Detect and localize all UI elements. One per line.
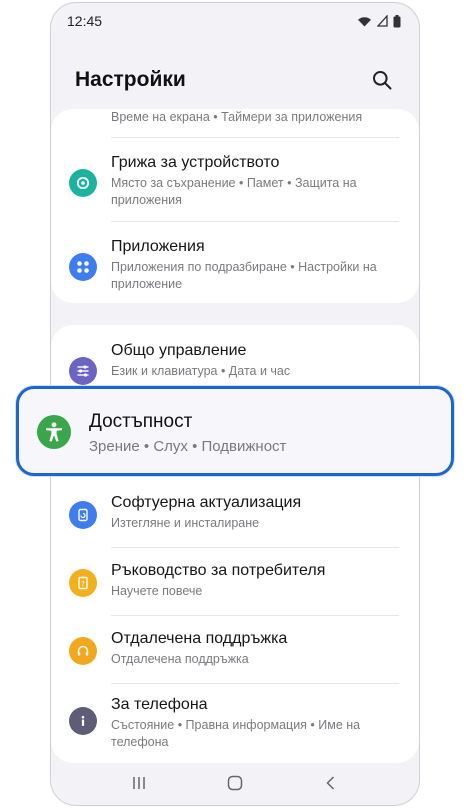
divider <box>111 615 399 616</box>
status-icons <box>357 14 401 28</box>
sliders-icon <box>69 357 97 385</box>
settings-item-general-management[interactable]: Общо управление Език и клавиатура • Дата… <box>51 337 419 393</box>
signal-icon <box>377 15 388 27</box>
software-update-subtitle: Изтегляне и инсталиране <box>111 516 260 530</box>
settings-item-user-manual[interactable]: ? Ръководство за потребителя Научете пов… <box>51 561 419 609</box>
settings-item-device-care[interactable]: Грижа за устройството Място за съхранени… <box>51 149 419 215</box>
digital-wellbeing-subtitle: Време на екрана • Таймери за приложения <box>111 110 363 124</box>
status-bar: 12:45 <box>51 3 419 39</box>
recents-button[interactable] <box>119 768 159 798</box>
settings-item-apps[interactable]: Приложения Приложения по подразбиране • … <box>51 233 419 299</box>
navigation-bar <box>51 761 419 805</box>
divider <box>111 221 399 222</box>
apps-label: Приложения <box>111 238 205 255</box>
headset-icon <box>69 637 97 665</box>
remote-support-label: Отдалечена поддръжка <box>111 630 288 647</box>
settings-header: Настройки <box>51 55 419 105</box>
device-care-subtitle: Място за съхранение • Памет • Защита на … <box>111 176 357 207</box>
settings-item-software-update[interactable]: Софтуерна актуализация Изтегляне и инста… <box>51 493 419 541</box>
apps-subtitle: Приложения по подразбиране • Настройки н… <box>111 260 377 291</box>
wifi-icon <box>358 17 371 27</box>
software-update-icon <box>69 501 97 529</box>
device-care-label: Грижа за устройството <box>111 154 280 171</box>
user-manual-icon: ? <box>69 569 97 597</box>
divider <box>111 137 399 138</box>
search-button[interactable] <box>367 65 397 95</box>
search-icon <box>373 71 392 90</box>
device-care-icon <box>69 169 97 197</box>
general-management-label: Общо управление <box>111 342 247 359</box>
settings-card-top: Време на екрана • Таймери за приложения … <box>51 109 419 303</box>
info-icon <box>69 707 97 735</box>
back-icon <box>326 776 335 790</box>
back-button[interactable] <box>311 768 351 798</box>
recents-icon <box>133 777 145 789</box>
about-phone-label: За телефона <box>111 696 208 713</box>
about-phone-subtitle: Състояние • Правна информация • Име на т… <box>111 718 361 749</box>
page-title: Настройки <box>75 68 186 91</box>
battery-icon <box>393 14 401 27</box>
status-time: 12:45 <box>67 13 103 29</box>
accessibility-subtitle: Зрение • Слух • Подвижност <box>89 438 287 455</box>
settings-item-about-phone[interactable]: За телефона Състояние • Правна информаци… <box>51 695 419 755</box>
remote-support-subtitle: Отдалечена поддръжка <box>111 652 249 666</box>
user-manual-subtitle: Научете повече <box>111 584 203 598</box>
home-button[interactable] <box>215 768 255 798</box>
divider <box>111 683 399 684</box>
software-update-label: Софтуерна актуализация <box>111 494 302 511</box>
settings-item-accessibility[interactable]: Достъпност Зрение • Слух • Подвижност <box>16 386 454 476</box>
accessibility-label: Достъпност <box>89 411 193 432</box>
svg-text:?: ? <box>81 580 85 588</box>
accessibility-icon <box>37 415 71 449</box>
general-management-subtitle: Език и клавиатура • Дата и час <box>111 364 291 378</box>
home-icon <box>227 775 243 791</box>
user-manual-label: Ръководство за потребителя <box>111 562 326 579</box>
apps-icon <box>69 253 97 281</box>
divider <box>111 547 399 548</box>
settings-item-remote-support[interactable]: Отдалечена поддръжка Отдалечена поддръжк… <box>51 629 419 677</box>
